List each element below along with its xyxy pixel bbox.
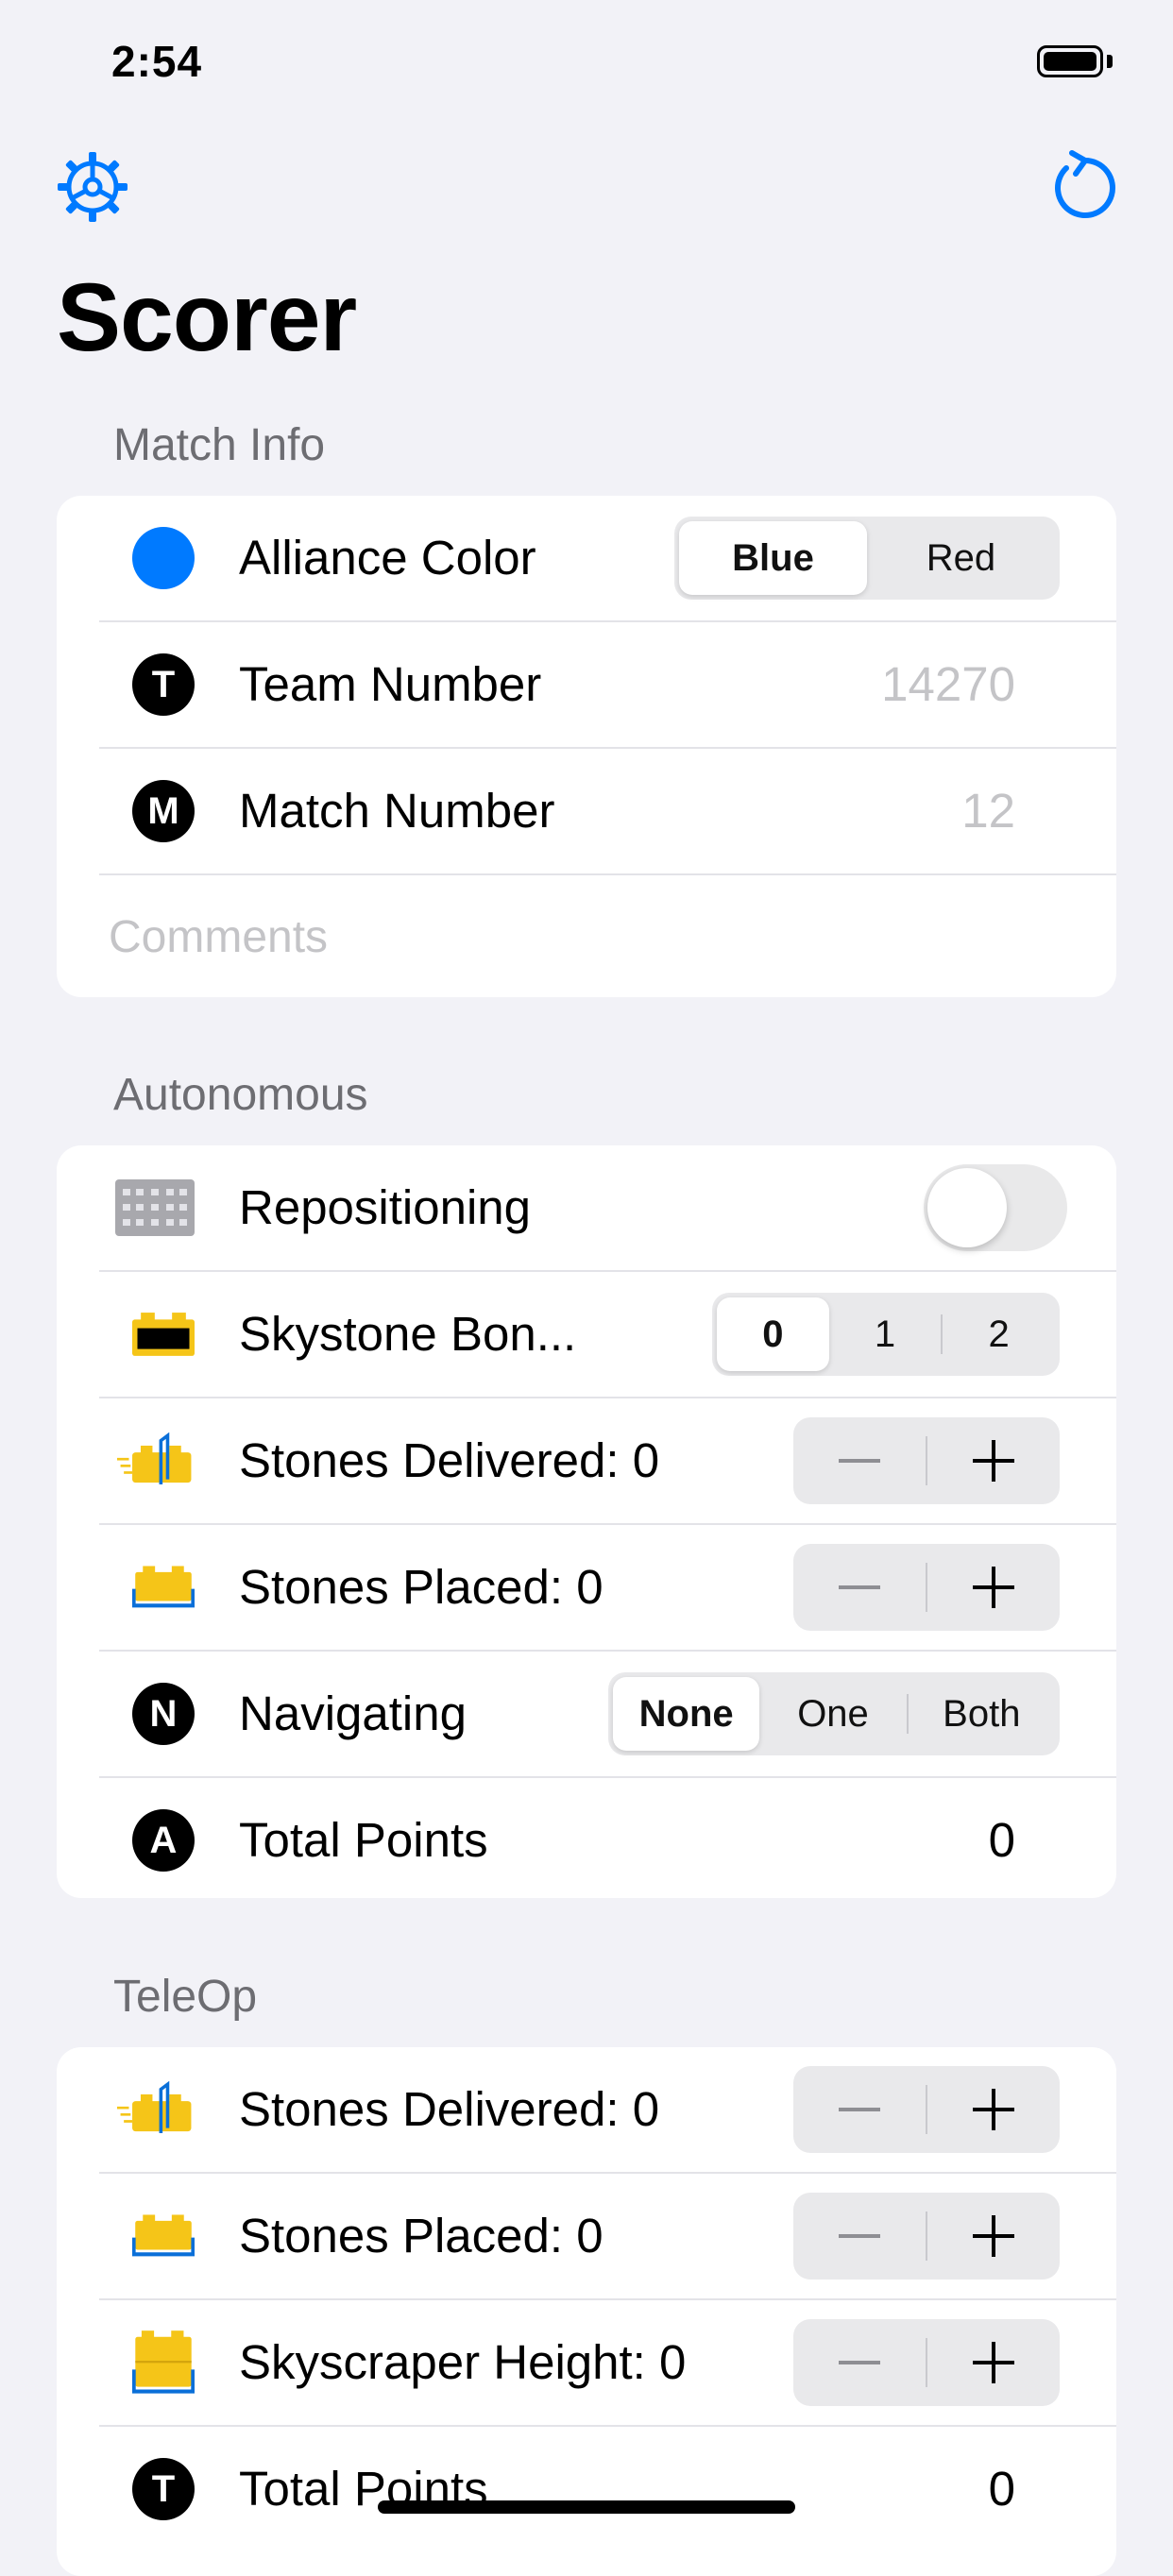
minus-icon[interactable] xyxy=(793,2319,926,2406)
alliance-color-segmented[interactable]: Blue Red xyxy=(674,517,1060,600)
segment-none[interactable]: None xyxy=(613,1677,760,1751)
auto-stones-placed-row: Stones Placed: 0 xyxy=(99,1525,1116,1652)
match-info-card: Alliance Color Blue Red T Team Number 14… xyxy=(57,496,1116,997)
alliance-color-label: Alliance Color xyxy=(239,531,536,585)
teleop-total-points-row: T Total Points 0 xyxy=(99,2427,1116,2551)
skystone-icon xyxy=(132,1303,195,1365)
auto-stones-placed-label: Stones Placed: 0 xyxy=(239,1560,604,1614)
stone-delivered-icon xyxy=(117,2078,195,2141)
match-number-field[interactable]: 12 xyxy=(961,749,1015,873)
segment-0[interactable]: 0 xyxy=(717,1297,829,1371)
m-circle-icon: M xyxy=(132,780,195,842)
section-header-match-info: Match Info xyxy=(113,420,326,470)
minus-icon[interactable] xyxy=(793,2193,926,2279)
match-number-row[interactable]: M Match Number 12 xyxy=(99,749,1116,875)
skyscraper-height-stepper[interactable] xyxy=(793,2319,1060,2406)
gear-icon[interactable] xyxy=(55,149,130,225)
plus-icon[interactable] xyxy=(927,2066,1060,2153)
battery-icon xyxy=(1037,45,1103,77)
auto-stones-delivered-stepper[interactable] xyxy=(793,1417,1060,1504)
minus-icon[interactable] xyxy=(793,1417,926,1504)
teleop-stones-placed-row: Stones Placed: 0 xyxy=(99,2174,1116,2300)
team-number-field[interactable]: 14270 xyxy=(881,622,1015,747)
skystone-bonus-label: Skystone Bon... xyxy=(239,1307,577,1361)
repositioning-row: Repositioning xyxy=(99,1145,1116,1272)
teleop-stones-delivered-label: Stones Delivered: 0 xyxy=(239,2082,660,2136)
stone-placed-icon xyxy=(132,2205,195,2267)
teleop-stones-placed-stepper[interactable] xyxy=(793,2193,1060,2279)
status-time: 2:54 xyxy=(111,37,203,86)
segment-blue[interactable]: Blue xyxy=(679,521,867,595)
section-header-teleop: TeleOp xyxy=(113,1972,258,2022)
teleop-stones-placed-label: Stones Placed: 0 xyxy=(239,2209,604,2262)
plus-icon[interactable] xyxy=(927,1544,1060,1631)
skystone-bonus-segmented[interactable]: 0 1 2 xyxy=(712,1293,1060,1376)
page-title: Scorer xyxy=(57,263,357,371)
auto-stones-delivered-label: Stones Delivered: 0 xyxy=(239,1433,660,1487)
auto-total-points-row: A Total Points 0 xyxy=(99,1778,1116,1898)
autonomous-card: Repositioning Skystone Bon... 0 1 2 Ston… xyxy=(57,1145,1116,1898)
section-header-autonomous: Autonomous xyxy=(113,1070,368,1120)
skyscraper-icon xyxy=(132,2330,195,2394)
navigating-label: Navigating xyxy=(239,1686,467,1740)
circle-fill-icon xyxy=(132,527,195,589)
navigating-segmented[interactable]: None One Both xyxy=(608,1672,1060,1755)
segment-one[interactable]: One xyxy=(759,1677,906,1751)
minus-icon[interactable] xyxy=(793,2066,926,2153)
match-number-label: Match Number xyxy=(239,784,555,838)
auto-stones-placed-stepper[interactable] xyxy=(793,1544,1060,1631)
skyscraper-height-label: Skyscraper Height: 0 xyxy=(239,2335,687,2389)
minus-icon[interactable] xyxy=(793,1544,926,1631)
comments-field[interactable]: Comments xyxy=(109,875,328,997)
repositioning-toggle[interactable] xyxy=(924,1164,1067,1251)
t-circle-icon: T xyxy=(132,2458,195,2520)
navigating-row: N Navigating None One Both xyxy=(99,1652,1116,1778)
plus-icon[interactable] xyxy=(927,1417,1060,1504)
team-number-row[interactable]: T Team Number 14270 xyxy=(99,622,1116,749)
skyscraper-height-row: Skyscraper Height: 0 xyxy=(99,2300,1116,2427)
team-number-label: Team Number xyxy=(239,657,542,711)
teleop-total-points-label: Total Points xyxy=(239,2462,488,2516)
segment-1[interactable]: 1 xyxy=(829,1297,942,1371)
stone-placed-icon xyxy=(132,1556,195,1618)
n-circle-icon: N xyxy=(132,1683,195,1745)
segment-both[interactable]: Both xyxy=(909,1677,1055,1751)
battery-cap xyxy=(1107,55,1113,68)
grid-icon xyxy=(115,1177,195,1239)
segment-2[interactable]: 2 xyxy=(943,1297,1055,1371)
teleop-stones-delivered-stepper[interactable] xyxy=(793,2066,1060,2153)
home-indicator[interactable] xyxy=(378,2500,795,2514)
skystone-bonus-row: Skystone Bon... 0 1 2 xyxy=(99,1272,1116,1398)
a-circle-icon: A xyxy=(132,1809,195,1872)
auto-total-points-value: 0 xyxy=(988,1813,1015,1867)
plus-icon[interactable] xyxy=(927,2193,1060,2279)
stone-delivered-icon xyxy=(117,1430,195,1492)
auto-stones-delivered-row: Stones Delivered: 0 xyxy=(99,1398,1116,1525)
auto-total-points-label: Total Points xyxy=(239,1813,488,1867)
teleop-stones-delivered-row: Stones Delivered: 0 xyxy=(99,2047,1116,2174)
reset-icon[interactable] xyxy=(1044,149,1119,225)
teleop-card: Stones Delivered: 0 Stones Placed: 0 Sky… xyxy=(57,2047,1116,2576)
alliance-color-row: Alliance Color Blue Red xyxy=(99,496,1116,622)
segment-red[interactable]: Red xyxy=(867,521,1055,595)
repositioning-label: Repositioning xyxy=(239,1180,532,1234)
comments-row[interactable]: Comments xyxy=(99,875,1116,997)
teleop-total-points-value: 0 xyxy=(988,2462,1015,2516)
t-circle-icon: T xyxy=(132,653,195,716)
plus-icon[interactable] xyxy=(927,2319,1060,2406)
